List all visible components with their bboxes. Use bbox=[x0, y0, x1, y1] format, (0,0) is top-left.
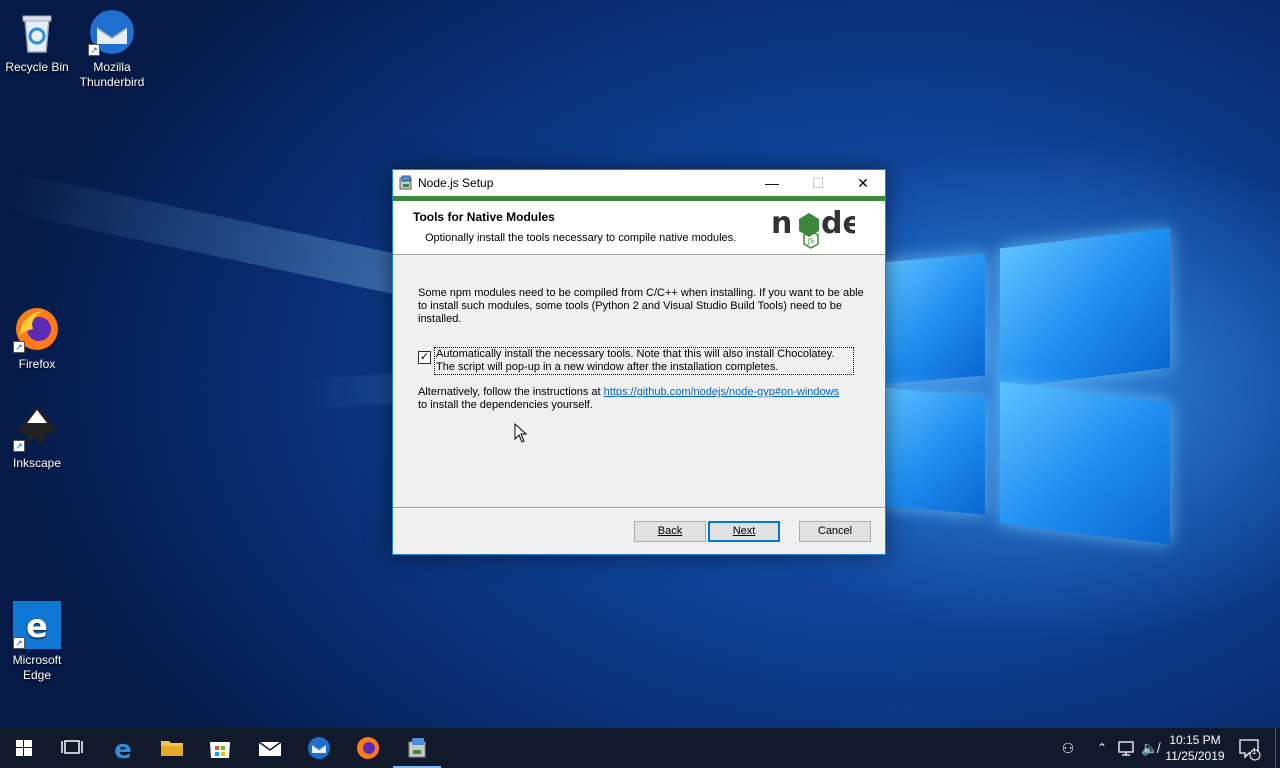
svg-text:e: e bbox=[114, 735, 132, 765]
taskbar-firefox[interactable] bbox=[344, 728, 392, 768]
mouse-cursor-icon bbox=[514, 422, 528, 443]
desktop-icon-label: Mozilla Thunderbird bbox=[79, 60, 145, 89]
installer-icon bbox=[408, 738, 426, 758]
taskbar: e ⚇ ⌃ 🔈̸ 10:15 PM 11/25/2019 1 bbox=[0, 728, 1280, 768]
next-button[interactable]: Next bbox=[708, 521, 780, 542]
header-title: Tools for Native Modules bbox=[413, 210, 555, 224]
dialog-body: Some npm modules need to be compiled fro… bbox=[393, 255, 885, 508]
start-button[interactable] bbox=[0, 728, 48, 768]
desktop-icon-firefox[interactable]: ↗ Firefox bbox=[0, 305, 75, 372]
maximize-button: ☐ bbox=[811, 175, 825, 191]
dialog-header: Tools for Native Modules Optionally inst… bbox=[393, 201, 885, 255]
installer-icon bbox=[398, 175, 414, 191]
desktop-icon-label: Inkscape bbox=[12, 456, 62, 470]
logo-pane bbox=[1000, 227, 1170, 389]
svg-text:n: n bbox=[771, 206, 792, 241]
svg-text:e: e bbox=[26, 607, 48, 645]
intro-text: Some npm modules need to be compiled fro… bbox=[418, 287, 864, 325]
desktop: Recycle Bin ↗ Mozilla Thunderbird ↗ Fire… bbox=[0, 0, 1280, 728]
dialog-title: Node.js Setup bbox=[418, 176, 494, 190]
svg-text:de: de bbox=[821, 206, 855, 241]
people-icon[interactable]: ⚇ bbox=[1054, 728, 1082, 768]
nodejs-logo-icon: n de JS bbox=[771, 205, 863, 251]
auto-install-label[interactable]: Automatically install the necessary tool… bbox=[434, 347, 854, 375]
close-button[interactable]: ✕ bbox=[840, 170, 886, 196]
desktop-icon-label: Recycle Bin bbox=[5, 60, 69, 74]
alternative-text: Alternatively, follow the instructions a… bbox=[418, 386, 868, 412]
back-button[interactable]: Back bbox=[634, 521, 706, 542]
firefox-icon: ↗ bbox=[13, 305, 61, 353]
show-desktop-button[interactable] bbox=[1275, 728, 1280, 768]
thunderbird-icon bbox=[308, 737, 330, 759]
recycle-bin-icon bbox=[13, 8, 61, 56]
node-gyp-link[interactable]: https://github.com/nodejs/node-gyp#on-wi… bbox=[604, 386, 839, 398]
inkscape-icon: ↗ bbox=[13, 404, 61, 452]
task-view-icon bbox=[61, 740, 83, 754]
windows-logo bbox=[880, 227, 1180, 550]
shortcut-arrow-icon: ↗ bbox=[13, 440, 25, 452]
edge-icon: e ↗ bbox=[13, 601, 61, 649]
shortcut-arrow-icon: ↗ bbox=[88, 44, 100, 56]
windows-start-icon bbox=[16, 740, 32, 756]
taskbar-thunderbird[interactable] bbox=[295, 728, 343, 768]
firefox-icon bbox=[357, 737, 379, 759]
clock-date: 11/25/2019 bbox=[1165, 749, 1225, 763]
logo-pane bbox=[1000, 381, 1170, 545]
show-hidden-icons-chevron-icon[interactable]: ⌃ bbox=[1092, 728, 1112, 768]
desktop-icon-edge[interactable]: e ↗ Microsoft Edge bbox=[0, 601, 75, 683]
header-subtitle: Optionally install the tools necessary t… bbox=[425, 232, 737, 244]
volume-muted-icon[interactable]: 🔈̸ bbox=[1138, 728, 1162, 768]
dialog-footer: Back Next Cancel bbox=[393, 507, 885, 554]
task-view-button[interactable] bbox=[48, 728, 96, 768]
back-button-label: Back bbox=[657, 525, 683, 537]
desktop-icon-inkscape[interactable]: ↗ Inkscape bbox=[0, 404, 75, 471]
action-center-button[interactable]: 1 bbox=[1234, 728, 1264, 768]
store-icon bbox=[210, 742, 230, 758]
next-button-label: Next bbox=[732, 525, 756, 537]
notification-icon bbox=[1239, 739, 1261, 761]
taskbar-mail[interactable] bbox=[246, 728, 294, 768]
logo-pane bbox=[880, 253, 985, 385]
shortcut-arrow-icon: ↗ bbox=[13, 341, 25, 353]
taskbar-file-explorer[interactable] bbox=[148, 728, 196, 768]
thunderbird-icon: ↗ bbox=[88, 8, 136, 56]
auto-install-checkbox[interactable]: ✓ bbox=[418, 351, 431, 364]
mail-icon bbox=[258, 741, 282, 756]
taskbar-store[interactable] bbox=[196, 728, 244, 768]
cancel-button[interactable]: Cancel bbox=[799, 521, 871, 542]
notification-count: 1 bbox=[1252, 747, 1257, 756]
logo-pane bbox=[880, 387, 985, 515]
alt-suffix: to install the dependencies yourself. bbox=[418, 399, 593, 411]
desktop-icon-label: Microsoft Edge bbox=[12, 653, 62, 682]
alt-prefix: Alternatively, follow the instructions a… bbox=[418, 386, 604, 398]
dialog-titlebar[interactable]: Node.js Setup — ☐ ✕ bbox=[393, 170, 885, 196]
desktop-icon-thunderbird[interactable]: ↗ Mozilla Thunderbird bbox=[74, 8, 150, 90]
shortcut-arrow-icon: ↗ bbox=[13, 637, 25, 649]
edge-icon: e bbox=[114, 735, 132, 765]
folder-icon bbox=[161, 741, 183, 756]
desktop-icon-recycle-bin[interactable]: Recycle Bin bbox=[0, 8, 75, 75]
desktop-icon-label: Firefox bbox=[18, 357, 56, 371]
taskbar-edge[interactable]: e bbox=[99, 728, 147, 768]
taskbar-nodejs-setup[interactable] bbox=[393, 728, 441, 768]
minimize-button[interactable]: — bbox=[749, 170, 795, 196]
nodejs-setup-dialog: Node.js Setup — ☐ ✕ Tools for Native Mod… bbox=[392, 169, 886, 555]
svg-text:JS: JS bbox=[807, 237, 815, 245]
network-icon[interactable] bbox=[1114, 728, 1138, 768]
system-clock[interactable]: 10:15 PM 11/25/2019 bbox=[1162, 732, 1228, 764]
clock-time: 10:15 PM bbox=[1169, 733, 1221, 747]
